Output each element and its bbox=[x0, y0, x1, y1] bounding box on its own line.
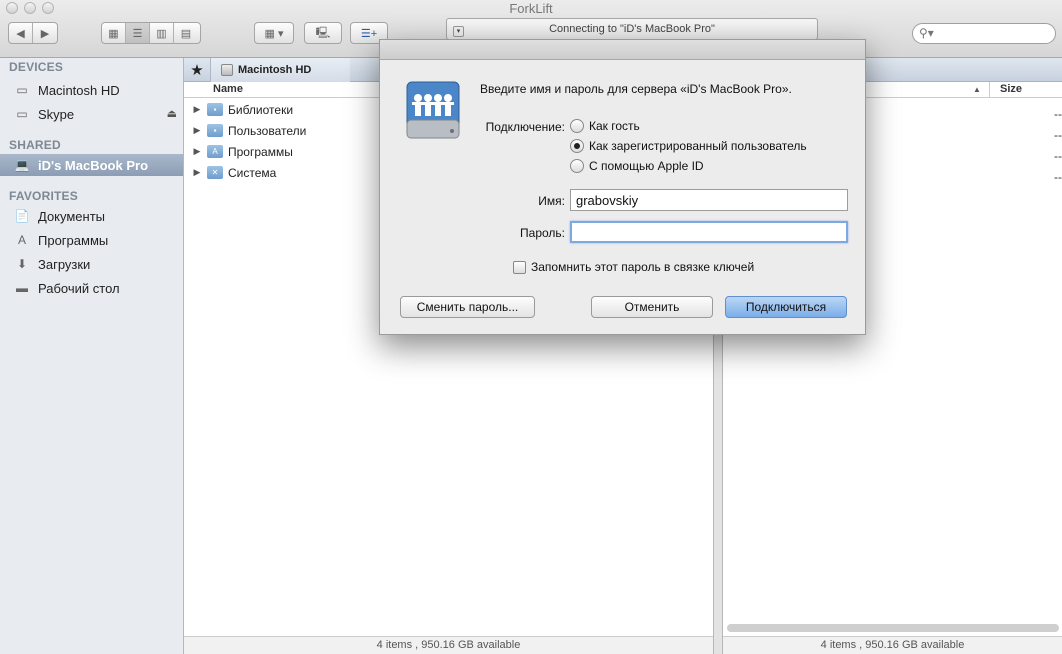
radio-registered-user[interactable]: Как зарегистрированный пользователь bbox=[570, 139, 807, 153]
section-shared: SHARED bbox=[9, 138, 61, 152]
sort-ascending-icon[interactable]: ▲ bbox=[973, 82, 981, 97]
disclosure-triangle-icon[interactable]: ▶ bbox=[187, 167, 207, 178]
arrange-menu-button[interactable]: ▦ ▾ bbox=[254, 22, 294, 44]
view-mode-control[interactable]: ▦ ☰ ▥ ▤ bbox=[101, 22, 201, 44]
system-folder-icon: ✕ bbox=[207, 166, 223, 179]
sidebar-item-label: Загрузки bbox=[38, 256, 91, 272]
section-favorites: FAVORITES bbox=[9, 189, 78, 203]
status-footer: 4 items , 950.16 GB available bbox=[184, 636, 713, 654]
sidebar-item-label: Программы bbox=[38, 232, 109, 248]
dialog-message: Введите имя и пароль для сервера «iD's M… bbox=[480, 82, 792, 96]
size-value: -- bbox=[1054, 128, 1062, 142]
sidebar-item-desktop[interactable]: ▬ Рабочий стол bbox=[0, 277, 183, 299]
radio-label: С помощью Apple ID bbox=[589, 159, 704, 173]
sidebar-item-macintosh-hd[interactable]: ▭ Macintosh HD bbox=[0, 79, 183, 101]
connection-label: Подключение: bbox=[485, 120, 565, 134]
radio-apple-id[interactable]: С помощью Apple ID bbox=[570, 159, 704, 173]
search-field[interactable]: ⚲▾ bbox=[912, 23, 1056, 44]
radio-label: Как зарегистрированный пользователь bbox=[589, 139, 807, 153]
icon-view-icon[interactable]: ▦ bbox=[102, 23, 126, 43]
breadcrumb-label: Macintosh HD bbox=[238, 63, 312, 76]
documents-icon: 📄 bbox=[14, 209, 30, 223]
back-forward-control[interactable]: ◀ ▶ bbox=[8, 22, 58, 44]
breadcrumb[interactable]: Macintosh HD bbox=[210, 57, 350, 82]
sidebar-item-label: Рабочий стол bbox=[38, 280, 120, 296]
connect-button[interactable]: 🖳 bbox=[304, 22, 342, 44]
section-devices: DEVICES bbox=[9, 60, 64, 74]
radio-label: Как гость bbox=[589, 119, 640, 133]
name-field[interactable] bbox=[570, 189, 848, 211]
disclosure-triangle-icon[interactable]: ▶ bbox=[187, 146, 207, 157]
column-view-icon[interactable]: ▥ bbox=[150, 23, 174, 43]
password-label: Пароль: bbox=[520, 226, 565, 240]
window-title: ForkLift bbox=[509, 1, 553, 16]
search-icon: ⚲▾ bbox=[919, 26, 934, 40]
status-text: Connecting to "iD's MacBook Pro" bbox=[549, 23, 715, 35]
change-password-button[interactable]: Сменить пароль... bbox=[400, 296, 535, 318]
computer-icon: 🖳 bbox=[315, 26, 331, 39]
size-value: -- bbox=[1054, 170, 1062, 184]
add-list-icon: ☰+ bbox=[360, 27, 378, 40]
coverflow-view-icon[interactable]: ▤ bbox=[174, 23, 198, 43]
dialog-title-strip bbox=[380, 40, 865, 60]
server-login-dialog: Введите имя и пароль для сервера «iD's M… bbox=[379, 39, 866, 335]
disclosure-icon[interactable]: ▾ bbox=[453, 26, 464, 37]
sidebar-item-downloads[interactable]: ⬇ Загрузки bbox=[0, 253, 183, 275]
disclosure-triangle-icon[interactable]: ▶ bbox=[187, 104, 207, 115]
radio-button-selected[interactable] bbox=[570, 139, 584, 153]
users-folder-icon: ▪ bbox=[207, 124, 223, 137]
password-field[interactable] bbox=[570, 221, 848, 243]
sidebar-item-applications[interactable]: A Программы bbox=[0, 229, 183, 251]
sidebar-item-ids-macbook-pro[interactable]: 💻 iD's MacBook Pro bbox=[0, 154, 183, 176]
remember-checkbox[interactable] bbox=[513, 260, 526, 274]
remember-label: Запомнить этот пароль в связке ключей bbox=[531, 260, 755, 274]
disk-image-icon: ▭ bbox=[16, 107, 28, 121]
radio-guest[interactable]: Как гость bbox=[570, 119, 640, 133]
eject-icon[interactable]: ⏏ bbox=[167, 107, 177, 120]
size-value: -- bbox=[1054, 149, 1062, 163]
size-value: -- bbox=[1054, 107, 1062, 121]
activity-status[interactable]: ▾ Connecting to "iD's MacBook Pro" bbox=[446, 18, 818, 40]
connect-submit-button[interactable]: Подключиться bbox=[725, 296, 847, 318]
radio-button[interactable] bbox=[570, 119, 584, 133]
sidebar-item-label: iD's MacBook Pro bbox=[38, 157, 149, 173]
sidebar-item-label: Документы bbox=[38, 208, 106, 224]
file-name: Система bbox=[228, 165, 277, 180]
list-view-icon[interactable]: ☰ bbox=[126, 23, 150, 43]
back-arrow-icon[interactable]: ◀ bbox=[9, 23, 33, 43]
star-icon[interactable]: ★ bbox=[184, 61, 210, 79]
remember-password-option[interactable]: Запомнить этот пароль в связке ключей bbox=[513, 260, 754, 274]
hard-disk-icon bbox=[221, 63, 233, 76]
name-label: Имя: bbox=[538, 194, 565, 208]
file-name: Программы bbox=[228, 144, 293, 159]
laptop-icon: 💻 bbox=[14, 158, 30, 172]
sidebar: DEVICES ▭ Macintosh HD ▭ Skype ⏏ SHARED … bbox=[0, 58, 184, 654]
forward-arrow-icon[interactable]: ▶ bbox=[33, 23, 57, 43]
downloads-icon: ⬇ bbox=[16, 257, 28, 271]
applications-icon: A bbox=[17, 233, 26, 247]
library-folder-icon: ▪ bbox=[207, 103, 223, 116]
radio-button[interactable] bbox=[570, 159, 584, 173]
applications-folder-icon: A bbox=[207, 145, 223, 158]
cancel-button[interactable]: Отменить bbox=[591, 296, 713, 318]
sidebar-item-skype[interactable]: ▭ Skype ⏏ bbox=[0, 103, 183, 125]
grid-icon: ▦ ▾ bbox=[264, 27, 284, 40]
sidebar-item-documents[interactable]: 📄 Документы bbox=[0, 205, 183, 227]
desktop-icon: ▬ bbox=[16, 281, 28, 295]
status-footer: 4 items , 950.16 GB available bbox=[723, 636, 1062, 654]
sidebar-item-label: Macintosh HD bbox=[38, 82, 120, 98]
sidebar-item-label: Skype bbox=[38, 106, 75, 122]
disclosure-triangle-icon[interactable]: ▶ bbox=[187, 125, 207, 136]
horizontal-scrollbar[interactable] bbox=[727, 624, 1059, 632]
shared-server-icon bbox=[406, 81, 460, 139]
hard-disk-icon: ▭ bbox=[16, 83, 28, 97]
file-name: Пользователи bbox=[228, 123, 307, 138]
file-name: Библиотеки bbox=[228, 102, 294, 117]
column-header-size[interactable]: Size bbox=[989, 82, 1062, 97]
